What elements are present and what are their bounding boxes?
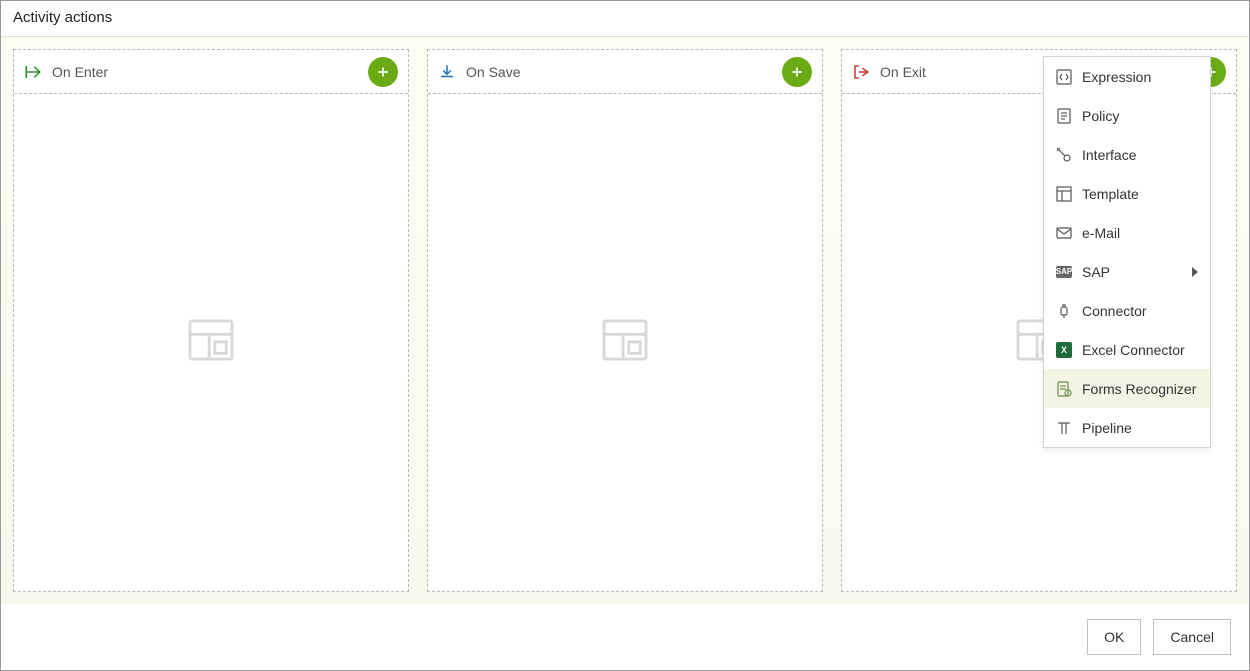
expression-icon bbox=[1056, 69, 1072, 85]
add-button-on-enter[interactable] bbox=[368, 57, 398, 87]
menu-item-label: Interface bbox=[1082, 147, 1198, 163]
menu-item-label: Connector bbox=[1082, 303, 1198, 319]
column-body-on-save bbox=[428, 94, 822, 591]
exit-icon bbox=[852, 63, 870, 81]
column-label-on-save: On Save bbox=[466, 64, 772, 80]
menu-item-label: Template bbox=[1082, 186, 1198, 202]
menu-item-sap[interactable]: SAP SAP bbox=[1044, 252, 1210, 291]
dialog-title: Activity actions bbox=[1, 1, 1249, 37]
add-action-menu: Expression Policy Interface Temp bbox=[1043, 56, 1211, 448]
placeholder-icon bbox=[188, 319, 234, 366]
connector-icon bbox=[1056, 303, 1072, 319]
forms-recognizer-icon bbox=[1056, 381, 1072, 397]
excel-icon: X bbox=[1056, 342, 1072, 358]
email-icon bbox=[1056, 225, 1072, 241]
menu-item-label: Pipeline bbox=[1082, 420, 1198, 436]
menu-item-connector[interactable]: Connector bbox=[1044, 291, 1210, 330]
column-body-on-enter bbox=[14, 94, 408, 591]
column-label-on-enter: On Enter bbox=[52, 64, 358, 80]
menu-item-email[interactable]: e-Mail bbox=[1044, 213, 1210, 252]
ok-button[interactable]: OK bbox=[1087, 619, 1141, 655]
menu-item-pipeline[interactable]: Pipeline bbox=[1044, 408, 1210, 447]
menu-item-policy[interactable]: Policy bbox=[1044, 96, 1210, 135]
dialog-footer: OK Cancel bbox=[1, 604, 1249, 670]
column-on-save: On Save bbox=[427, 49, 823, 592]
enter-icon bbox=[24, 63, 42, 81]
template-icon bbox=[1056, 186, 1072, 202]
sap-icon: SAP bbox=[1056, 264, 1072, 280]
menu-item-label: SAP bbox=[1082, 264, 1182, 280]
menu-item-template[interactable]: Template bbox=[1044, 174, 1210, 213]
menu-item-label: e-Mail bbox=[1082, 225, 1198, 241]
menu-item-label: Policy bbox=[1082, 108, 1198, 124]
menu-item-interface[interactable]: Interface bbox=[1044, 135, 1210, 174]
submenu-arrow-icon bbox=[1192, 267, 1198, 277]
menu-item-label: Expression bbox=[1082, 69, 1198, 85]
menu-item-forms-recognizer[interactable]: Forms Recognizer bbox=[1044, 369, 1210, 408]
menu-item-label: Excel Connector bbox=[1082, 342, 1198, 358]
column-header-on-save: On Save bbox=[428, 50, 822, 94]
menu-item-expression[interactable]: Expression bbox=[1044, 57, 1210, 96]
cancel-button[interactable]: Cancel bbox=[1153, 619, 1231, 655]
pipeline-icon bbox=[1056, 420, 1072, 436]
column-on-enter: On Enter bbox=[13, 49, 409, 592]
placeholder-icon bbox=[602, 319, 648, 366]
policy-icon bbox=[1056, 108, 1072, 124]
add-button-on-save[interactable] bbox=[782, 57, 812, 87]
menu-item-label: Forms Recognizer bbox=[1082, 381, 1198, 397]
column-header-on-enter: On Enter bbox=[14, 50, 408, 94]
menu-item-excel-connector[interactable]: X Excel Connector bbox=[1044, 330, 1210, 369]
interface-icon bbox=[1056, 147, 1072, 163]
save-icon bbox=[438, 63, 456, 81]
